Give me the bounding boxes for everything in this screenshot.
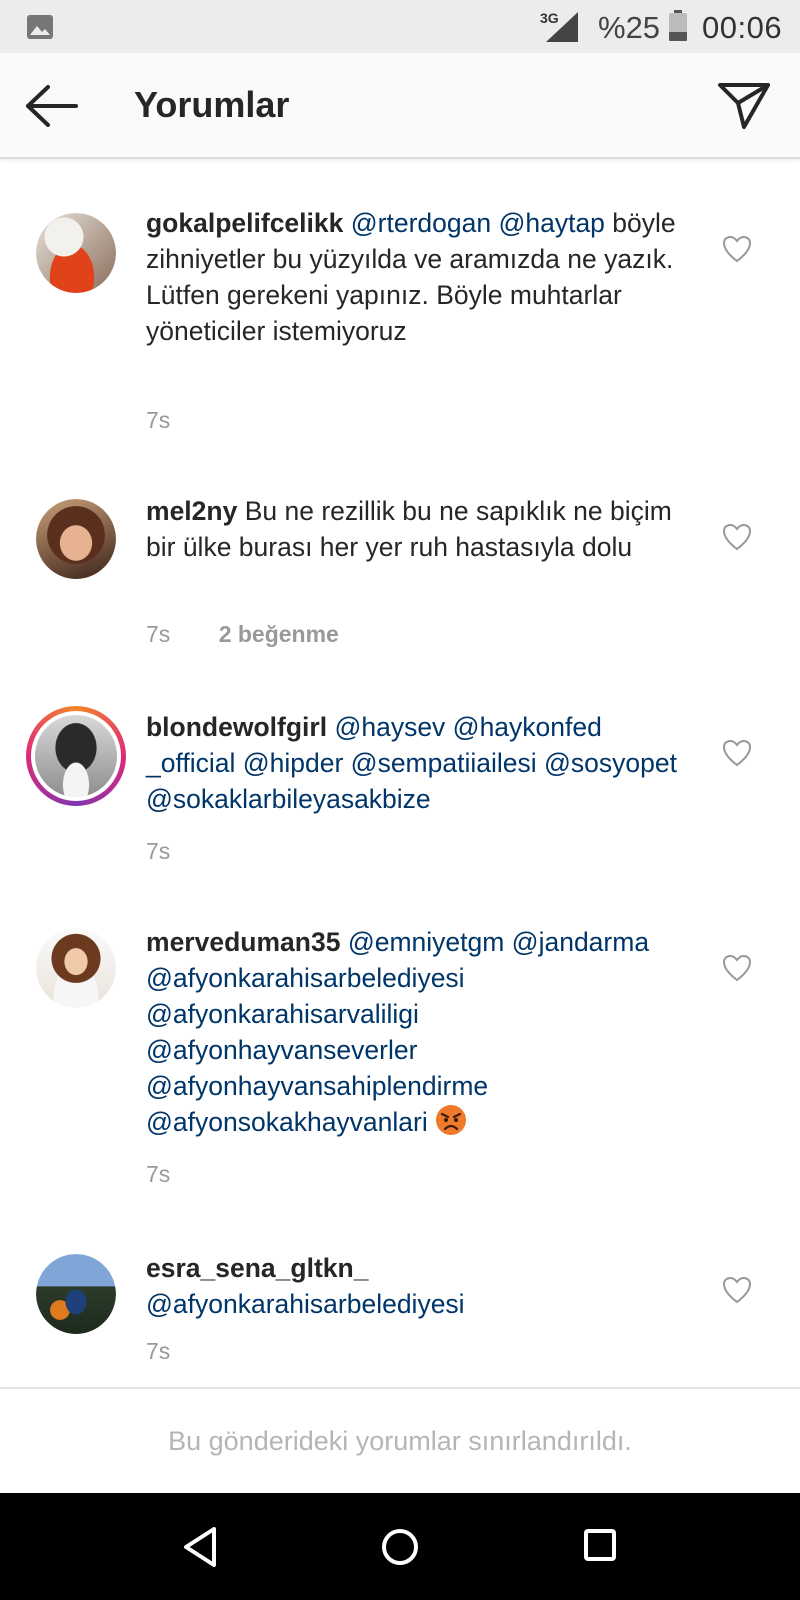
direct-send-icon[interactable]	[716, 79, 772, 131]
heart-icon[interactable]	[722, 523, 752, 551]
divider	[0, 1387, 800, 1389]
battery-icon	[669, 10, 687, 41]
nav-back-icon[interactable]	[180, 1525, 220, 1569]
avatar[interactable]	[36, 928, 116, 1008]
avatar-story-ring[interactable]	[26, 706, 126, 806]
comment-username[interactable]: esra_sena_gltkn_	[146, 1253, 368, 1283]
comment-meta: 7s	[146, 1161, 170, 1188]
nav-home-icon[interactable]	[380, 1527, 420, 1567]
heart-icon[interactable]	[722, 954, 752, 982]
comment-time: 7s	[146, 1338, 171, 1364]
comment-time: 7s	[146, 621, 171, 647]
comment-username[interactable]: gokalpelifcelikk	[146, 208, 343, 238]
clock: 00:06	[702, 10, 783, 45]
comments-header: Yorumlar	[0, 53, 800, 159]
status-bar: 3G %25 00:06	[0, 0, 800, 53]
signal-icon	[546, 12, 578, 42]
comment-text: blondewolfgirl @haysev @haykonfed _offic…	[146, 709, 686, 817]
comment-text: mel2ny Bu ne rezillik bu ne sapıklık ne …	[146, 493, 686, 565]
comment-meta: 7s	[146, 838, 170, 865]
comment-mentions[interactable]: @emniyetgm @jandarma @afyonkarahisarbele…	[146, 927, 649, 1137]
comment-username[interactable]: blondewolfgirl	[146, 712, 327, 742]
angry-face-emoji	[436, 1105, 467, 1135]
page-title: Yorumlar	[134, 84, 290, 125]
comment-time: 7s	[146, 838, 171, 864]
comment-time: 7s	[146, 1161, 171, 1187]
system-navigation-bar	[0, 1493, 800, 1600]
comment-text: esra_sena_gltkn_ @afyonkarahisarbelediye…	[146, 1250, 686, 1322]
avatar[interactable]	[36, 213, 116, 293]
comment-text: merveduman35 @emniyetgm @jandarma @afyon…	[146, 924, 686, 1140]
comment-username[interactable]: mel2ny	[146, 496, 237, 526]
comment-text: gokalpelifcelikk @rterdogan @haytap böyl…	[146, 205, 686, 349]
comment-meta: 7s	[146, 407, 170, 434]
comment-time: 7s	[146, 407, 171, 433]
comments-limited-notice: Bu gönderideki yorumlar sınırlandırıldı.	[168, 1426, 632, 1456]
heart-icon[interactable]	[722, 235, 752, 263]
gallery-icon	[27, 15, 53, 39]
comment-mentions[interactable]: @afyonkarahisarbelediyesi	[146, 1289, 465, 1319]
comment-mentions[interactable]: @rterdogan @haytap	[351, 208, 605, 238]
back-arrow-icon[interactable]	[24, 83, 80, 129]
battery-percent: %25	[598, 10, 661, 45]
comment-meta: 7s	[146, 1338, 170, 1365]
comment-username[interactable]: merveduman35	[146, 927, 340, 957]
nav-recents-icon[interactable]	[583, 1528, 617, 1562]
avatar[interactable]	[36, 499, 116, 579]
heart-icon[interactable]	[722, 1276, 752, 1304]
avatar[interactable]	[36, 1254, 116, 1334]
comment-meta: 7s 2 beğenme	[146, 621, 339, 648]
comment-likes[interactable]: 2 beğenme	[219, 621, 339, 647]
heart-icon[interactable]	[722, 739, 752, 767]
